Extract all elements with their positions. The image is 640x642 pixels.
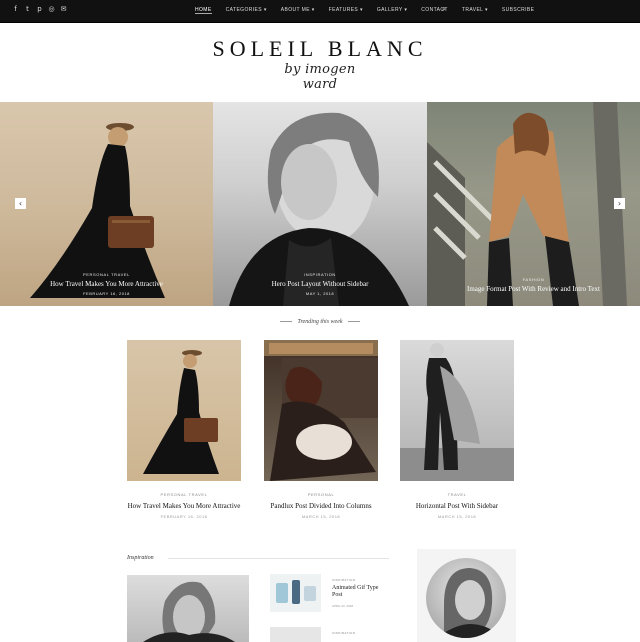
avatar-illustration xyxy=(436,568,502,638)
nav-label: GALLERY xyxy=(376,7,403,13)
post-date: MARCH 15, 2018 xyxy=(301,514,341,519)
trending-post-1-meta: PERSONAL TRAVEL How Travel Makes You Mor… xyxy=(114,492,254,519)
side-post-title[interactable]: Animated Gif Type Post xyxy=(332,585,382,599)
trending-post-1-illustration xyxy=(143,350,219,474)
facebook-icon[interactable]: f xyxy=(12,6,19,13)
slider-next-button[interactable]: › xyxy=(614,198,625,209)
top-navigation-bar: f t p ◎ ✉ HOME CATEGORIES ▾ ABOUT ME ▾ F… xyxy=(0,0,640,23)
slide-1[interactable]: PERSONAL TRAVEL How Travel Makes You Mor… xyxy=(0,102,213,306)
slide-category[interactable]: PERSONAL TRAVEL xyxy=(0,272,213,277)
post-category[interactable]: PERSONAL TRAVEL xyxy=(114,492,254,497)
instagram-icon[interactable]: ◎ xyxy=(48,6,55,13)
post-date: MARCH 15, 2018 xyxy=(437,514,477,519)
trending-post-2-image[interactable] xyxy=(264,340,378,481)
slide-3-caption: FASHION Image Format Post With Review an… xyxy=(427,277,640,296)
side-thumb-illustration xyxy=(276,580,316,604)
trending-post-3-meta: TRAVEL Horizontal Post With Sidebar MARC… xyxy=(387,492,527,519)
slide-2[interactable]: INSPIRATION Hero Post Layout Without Sid… xyxy=(213,102,427,306)
post-category[interactable]: PERSONAL xyxy=(251,492,391,497)
main-menu: HOME CATEGORIES ▾ ABOUT ME ▾ FEATURES ▾ … xyxy=(195,7,534,14)
side-post-category[interactable]: INSPIRATION xyxy=(332,631,355,635)
nav-item-travel[interactable]: TRAVEL ▾ xyxy=(462,7,488,14)
post-title[interactable]: Horizontal Post With Sidebar xyxy=(387,502,527,510)
slider-prev-button[interactable]: ‹ xyxy=(15,198,26,209)
nav-item-categories[interactable]: CATEGORIES ▾ xyxy=(226,7,267,14)
inspiration-feature-image[interactable] xyxy=(127,575,249,642)
site-logo[interactable]: SOLEIL BLANC by imogen ward xyxy=(0,36,640,92)
trending-post-1-image[interactable] xyxy=(127,340,241,481)
slide-title[interactable]: Hero Post Layout Without Sidebar xyxy=(213,280,427,288)
search-icon[interactable]: ⌕ xyxy=(442,5,446,14)
author-avatar[interactable] xyxy=(426,558,506,638)
nav-label: TRAVEL xyxy=(461,7,484,13)
site-title[interactable]: SOLEIL BLANC xyxy=(0,36,640,62)
slide-category[interactable]: FASHION xyxy=(427,277,640,282)
slide-2-caption: INSPIRATION Hero Post Layout Without Sid… xyxy=(213,272,427,296)
nav-item-about-me[interactable]: ABOUT ME ▾ xyxy=(281,7,315,14)
slide-1-caption: PERSONAL TRAVEL How Travel Makes You Mor… xyxy=(0,272,213,296)
slide-3[interactable]: FASHION Image Format Post With Review an… xyxy=(427,102,640,306)
nav-label: FEATURES xyxy=(328,7,359,13)
trending-post-3-image[interactable] xyxy=(400,340,514,481)
featured-slider: PERSONAL TRAVEL How Travel Makes You Mor… xyxy=(0,102,640,306)
side-post-category[interactable]: INSPIRATION xyxy=(332,578,355,582)
inspiration-side-thumb-1[interactable] xyxy=(270,574,321,612)
post-title[interactable]: How Travel Makes You More Attractive xyxy=(114,502,254,510)
slide-title[interactable]: Image Format Post With Review and Intro … xyxy=(427,285,640,293)
post-title[interactable]: Pandlux Post Divided Into Columns xyxy=(251,502,391,510)
social-links: f t p ◎ ✉ xyxy=(12,6,67,13)
slide-3-image xyxy=(427,102,627,306)
nav-item-gallery[interactable]: GALLERY ▾ xyxy=(377,7,407,14)
trending-post-2-illustration xyxy=(264,340,378,481)
inspiration-divider xyxy=(168,558,389,559)
nav-label: CATEGORIES xyxy=(225,7,263,13)
nav-item-features[interactable]: FEATURES ▾ xyxy=(329,7,363,14)
nav-item-home[interactable]: HOME xyxy=(195,7,212,14)
twitter-icon[interactable]: t xyxy=(24,6,31,13)
trending-post-2-meta: PERSONAL Pandlux Post Divided Into Colum… xyxy=(251,492,391,519)
trending-post-3-illustration xyxy=(400,343,514,481)
slide-date: MAY 1, 2018 xyxy=(305,291,335,296)
slide-title[interactable]: How Travel Makes You More Attractive xyxy=(0,280,213,288)
post-date: FEBRUARY 16, 2018 xyxy=(160,514,208,519)
slide-category[interactable]: INSPIRATION xyxy=(213,272,427,277)
inspiration-feature-illustration xyxy=(143,581,235,642)
inspiration-side-thumb-2[interactable] xyxy=(270,627,321,642)
slide-date: FEBRUARY 16, 2018 xyxy=(83,291,130,296)
pinterest-icon[interactable]: p xyxy=(36,6,43,13)
nav-label: ABOUT ME xyxy=(280,7,310,13)
inspiration-heading: Inspiration xyxy=(127,555,154,561)
site-tagline: by imogen ward xyxy=(284,62,356,92)
trending-heading: Trending this week xyxy=(0,319,640,325)
email-icon[interactable]: ✉ xyxy=(60,6,67,13)
post-category[interactable]: TRAVEL xyxy=(387,492,527,497)
nav-item-subscribe[interactable]: SUBSCRIBE xyxy=(502,7,535,14)
side-post-date: APRIL 23, 2018 xyxy=(332,604,354,608)
